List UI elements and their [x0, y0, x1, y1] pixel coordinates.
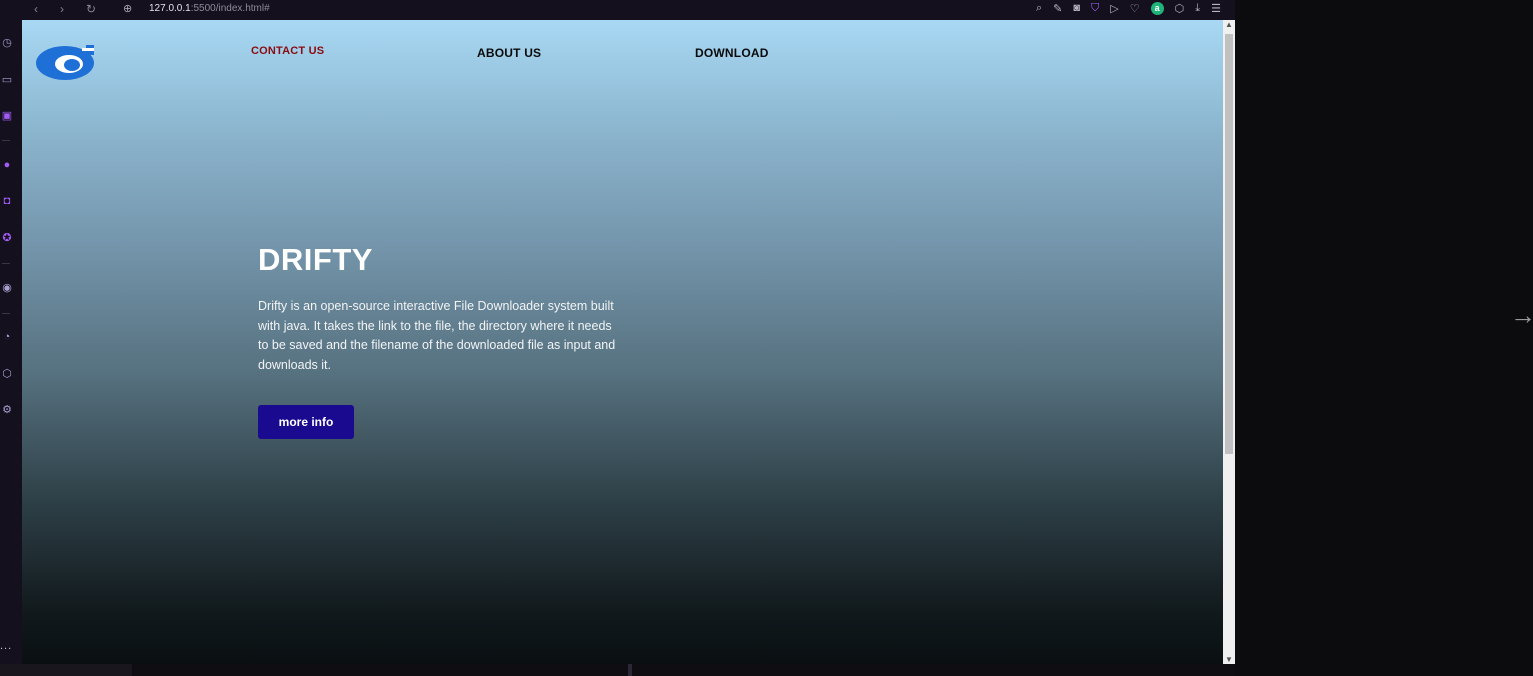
twitch-icon[interactable]: ▣: [0, 109, 14, 122]
history-icon[interactable]: ◔: [0, 331, 14, 343]
bottom-divider: [628, 664, 632, 676]
hero-title: DRIFTY: [258, 242, 373, 277]
url-path: :5500/index.html#: [190, 3, 270, 14]
bottom-panel: [0, 664, 132, 676]
toolbar-icons: ⌕ ✎ ◙ ⛉ ▷ ♡ a ⬡ ⤓ ☰: [1036, 2, 1221, 15]
url-host: 127.0.0.1: [149, 3, 191, 14]
browser-sidebar: ◷ ▭ ▣ ● ◘ ✪ ◉ ◔ ⬡ ⚙ ...: [0, 20, 22, 664]
scroll-down-icon[interactable]: ▼: [1223, 655, 1235, 664]
address-bar[interactable]: 127.0.0.1:5500/index.html#: [149, 3, 270, 14]
page-scrollbar[interactable]: ▲ ▼: [1223, 20, 1235, 664]
search-icon[interactable]: ⌕: [1036, 2, 1042, 15]
forward-icon[interactable]: ›: [60, 2, 64, 16]
page-viewport: CONTACT US ABOUT US DOWNLOAD DRIFTY Drif…: [22, 20, 1223, 664]
heart-icon[interactable]: ♡: [1130, 2, 1140, 15]
hero-description: Drifty is an open-source interactive Fil…: [258, 299, 616, 373]
globe-icon: ⊕: [123, 3, 133, 15]
whatsapp-icon[interactable]: ●: [0, 159, 14, 171]
cube-icon[interactable]: ⬡: [0, 367, 14, 380]
sidebar-more-icon[interactable]: ...: [0, 640, 12, 652]
reload-icon[interactable]: ↻: [86, 2, 96, 16]
send-icon[interactable]: ▷: [1110, 2, 1118, 15]
sidebar-divider: [2, 263, 10, 264]
scroll-up-icon[interactable]: ▲: [1223, 20, 1235, 29]
camera-icon[interactable]: ◙: [1073, 2, 1080, 15]
next-arrow-icon[interactable]: →: [1510, 300, 1533, 331]
browser-toolbar: ‹ › ↻ ⊕ 127.0.0.1:5500/index.html# ⌕ ✎ ◙…: [0, 0, 1235, 20]
account-a-icon[interactable]: a: [1150, 2, 1164, 15]
bottom-strip: [0, 664, 1235, 676]
speed-dial-icon[interactable]: ◷: [0, 36, 14, 49]
instagram-icon[interactable]: ◘: [0, 195, 14, 207]
edit-icon[interactable]: ✎: [1053, 2, 1062, 15]
nav-about-us[interactable]: ABOUT US: [477, 46, 541, 60]
download-icon[interactable]: ⤓: [1195, 2, 1200, 15]
drifty-logo-icon[interactable]: [36, 45, 94, 81]
more-info-button[interactable]: more info: [258, 405, 354, 439]
scrollbar-thumb[interactable]: [1225, 34, 1233, 454]
sidebar-divider: [2, 313, 10, 314]
sidebar-divider: [2, 140, 10, 141]
wallet-icon[interactable]: ▭: [0, 73, 14, 86]
nav-contact-us[interactable]: CONTACT US: [251, 45, 324, 57]
messenger-icon[interactable]: ✪: [0, 231, 14, 244]
shield-icon[interactable]: ⛉: [1091, 2, 1099, 15]
nav-download[interactable]: DOWNLOAD: [695, 46, 769, 60]
cube-icon[interactable]: ⬡: [1175, 2, 1185, 15]
menu-icon[interactable]: ☰: [1211, 2, 1221, 15]
settings-icon[interactable]: ⚙: [0, 403, 14, 416]
player-icon[interactable]: ◉: [0, 281, 14, 294]
back-icon[interactable]: ‹: [34, 2, 38, 16]
